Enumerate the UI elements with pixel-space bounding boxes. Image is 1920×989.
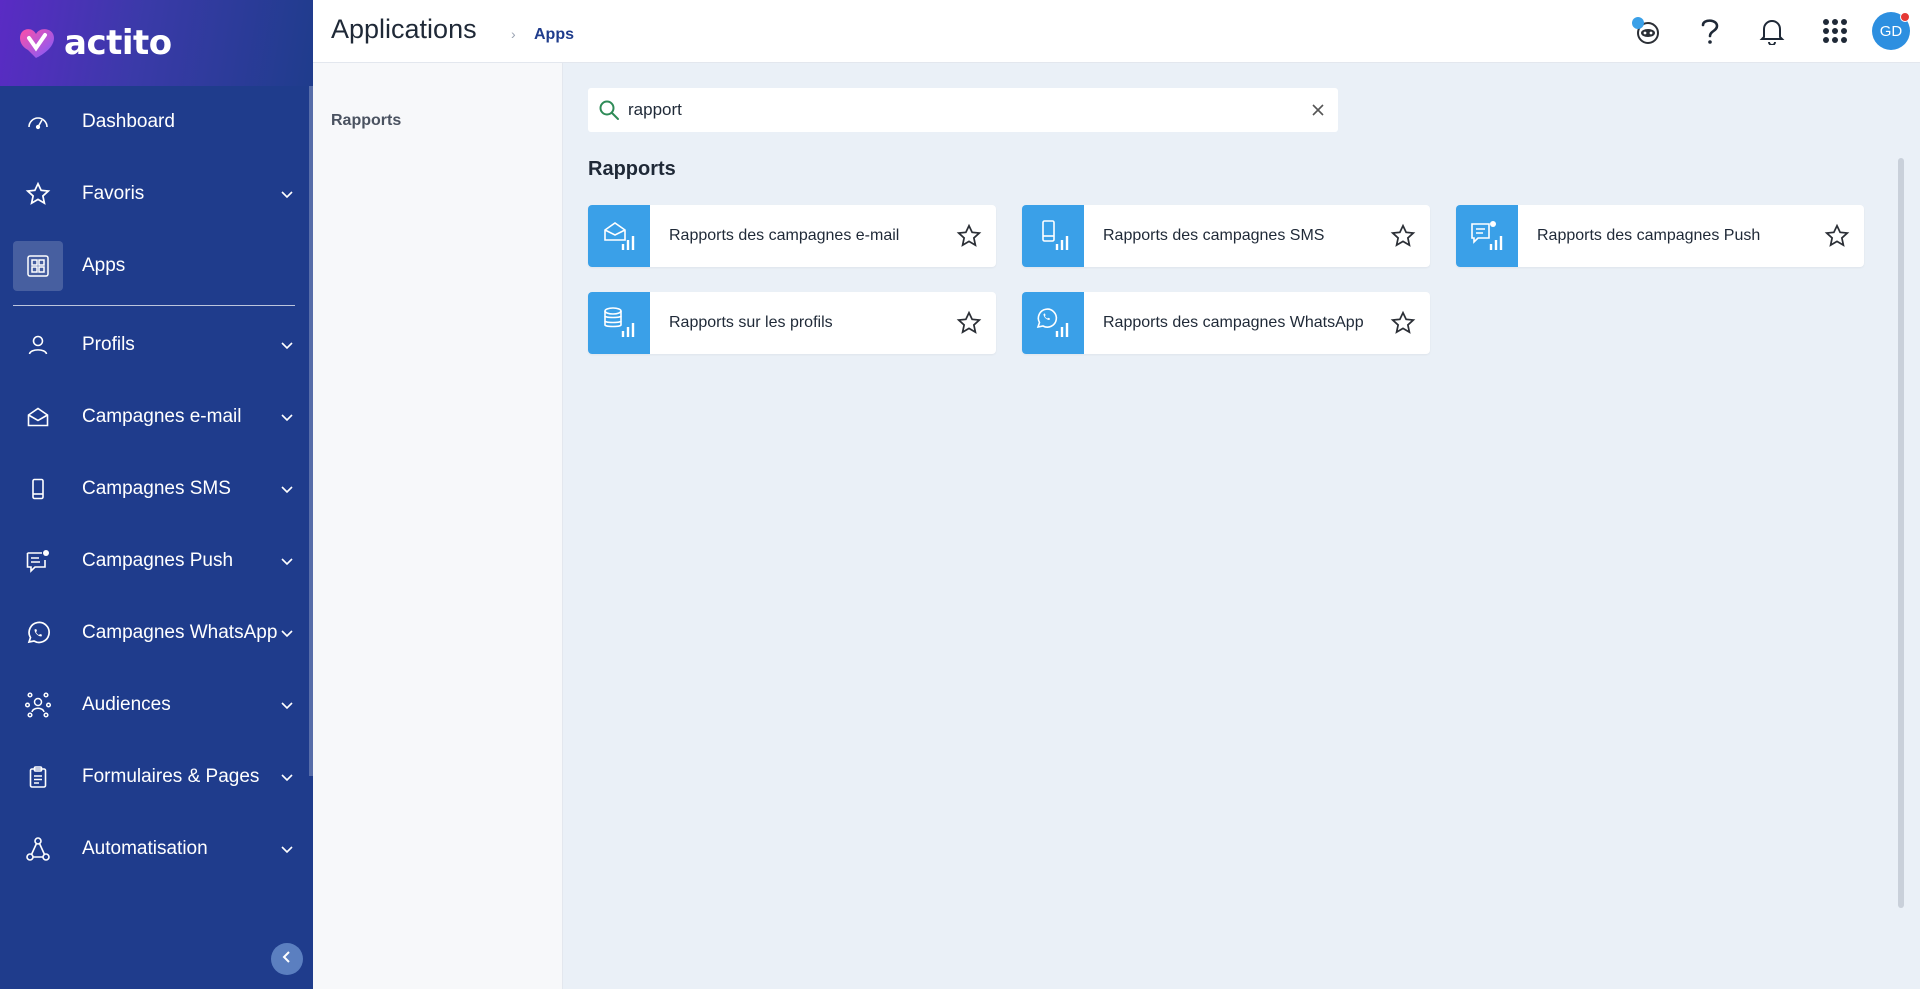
app-card[interactable]: Rapports des campagnes SMS (1022, 205, 1430, 267)
logo-area: actito (0, 0, 313, 86)
bell-icon[interactable] (1753, 12, 1791, 50)
app-card[interactable]: Rapports des campagnes Push (1456, 205, 1864, 267)
clear-search-icon[interactable] (1308, 100, 1328, 120)
search-icon (598, 99, 620, 121)
envelope-icon (24, 403, 52, 431)
brand-name: actito (64, 23, 172, 63)
app-card-label: Rapports des campagnes SMS (1103, 227, 1325, 244)
phone-icon (24, 475, 52, 503)
app-card-label: Rapports des campagnes WhatsApp (1103, 314, 1364, 331)
clipboard-icon (24, 763, 52, 791)
search-bar[interactable] (588, 88, 1338, 132)
sidebar-item-audiences[interactable]: Audiences (0, 669, 313, 741)
section-title: Rapports (588, 158, 676, 180)
sidebar-item-label: Dashboard (82, 111, 175, 132)
sidebar-item-dashboard[interactable]: Dashboard (0, 86, 313, 158)
page-title: Applications (331, 14, 477, 44)
whatsapp-icon (24, 619, 52, 647)
app-card[interactable]: Rapports des campagnes WhatsApp (1022, 292, 1430, 354)
breadcrumb-separator-icon: › (511, 26, 516, 42)
category-item-rapports[interactable]: Rapports (331, 112, 401, 130)
top-header: Applications › Apps GD (313, 0, 1920, 63)
breadcrumb-apps[interactable]: Apps (534, 26, 574, 44)
chevron-left-icon (279, 949, 295, 970)
chevron-down-icon (279, 625, 295, 641)
sidebar: actito Dashboard Favoris Apps Profils Ca… (0, 0, 313, 989)
category-panel: Rapports (313, 63, 563, 989)
app-card-label: Rapports des campagnes e-mail (669, 227, 900, 244)
main-scrollbar[interactable] (1898, 158, 1904, 908)
sidebar-item-favoris[interactable]: Favoris (0, 158, 313, 230)
sidebar-item-label: Campagnes e-mail (82, 406, 242, 427)
sidebar-item-label: Formulaires & Pages (82, 766, 260, 787)
sidebar-item-campagnes-whatsapp[interactable]: Campagnes WhatsApp (0, 597, 313, 669)
app-card[interactable]: Rapports sur les profils (588, 292, 996, 354)
email-report-icon (588, 205, 650, 267)
app-launcher-icon[interactable] (1816, 12, 1854, 50)
favorite-star-icon[interactable] (1390, 310, 1416, 336)
app-card-label: Rapports des campagnes Push (1537, 227, 1761, 244)
chatbot-icon[interactable] (1628, 12, 1666, 50)
sidebar-item-label: Campagnes Push (82, 550, 234, 571)
sidebar-item-campagnes-email[interactable]: Campagnes e-mail (0, 381, 313, 453)
sidebar-item-label: Campagnes SMS (82, 478, 231, 499)
push-report-icon (1456, 205, 1518, 267)
sidebar-item-label: Automatisation (82, 838, 208, 859)
sidebar-item-apps[interactable]: Apps (0, 230, 313, 302)
sms-report-icon (1022, 205, 1084, 267)
help-icon[interactable] (1691, 12, 1729, 50)
favorite-star-icon[interactable] (1390, 223, 1416, 249)
network-icon (24, 691, 52, 719)
push-message-icon (24, 547, 52, 575)
app-card-label: Rapports sur les profils (669, 314, 833, 331)
profile-report-icon (588, 292, 650, 354)
favorite-star-icon[interactable] (1824, 223, 1850, 249)
sidebar-item-automatisation[interactable]: Automatisation (0, 813, 313, 885)
avatar[interactable]: GD (1872, 12, 1910, 50)
star-icon (24, 180, 52, 208)
main-nav: Dashboard Favoris Apps Profils Campagnes… (0, 86, 313, 885)
search-input[interactable] (628, 100, 1288, 120)
nav-divider (13, 305, 295, 306)
flow-icon (24, 835, 52, 863)
app-card[interactable]: Rapports des campagnes e-mail (588, 205, 996, 267)
sidebar-item-label: Profils (82, 334, 135, 355)
chevron-down-icon (279, 697, 295, 713)
sidebar-item-label: Campagnes WhatsApp (82, 622, 278, 643)
chevron-down-icon (279, 337, 295, 353)
notification-dot (1900, 12, 1910, 22)
sidebar-item-label: Apps (82, 255, 126, 276)
favorite-star-icon[interactable] (956, 223, 982, 249)
sidebar-item-campagnes-push[interactable]: Campagnes Push (0, 525, 313, 597)
chevron-down-icon (279, 481, 295, 497)
chevron-down-icon (279, 769, 295, 785)
chevron-down-icon (279, 553, 295, 569)
main-content: Rapports Rapports des campagnes e-mail R… (563, 63, 1920, 989)
favorite-star-icon[interactable] (956, 310, 982, 336)
sidebar-item-label: Favoris (82, 183, 145, 204)
whatsapp-report-icon (1022, 292, 1084, 354)
sidebar-item-profils[interactable]: Profils (0, 309, 313, 381)
sidebar-item-label: Audiences (82, 694, 171, 715)
sidebar-item-campagnes-sms[interactable]: Campagnes SMS (0, 453, 313, 525)
user-icon (24, 331, 52, 359)
apps-grid-icon (24, 252, 52, 280)
gauge-icon (24, 108, 52, 136)
avatar-initials: GD (1879, 22, 1903, 40)
chevron-down-icon (279, 841, 295, 857)
actito-logo-icon[interactable] (14, 20, 60, 66)
chevron-down-icon (279, 186, 295, 202)
chevron-down-icon (279, 409, 295, 425)
collapse-sidebar-button[interactable] (271, 943, 303, 975)
sidebar-item-formulaires-pages[interactable]: Formulaires & Pages (0, 741, 313, 813)
